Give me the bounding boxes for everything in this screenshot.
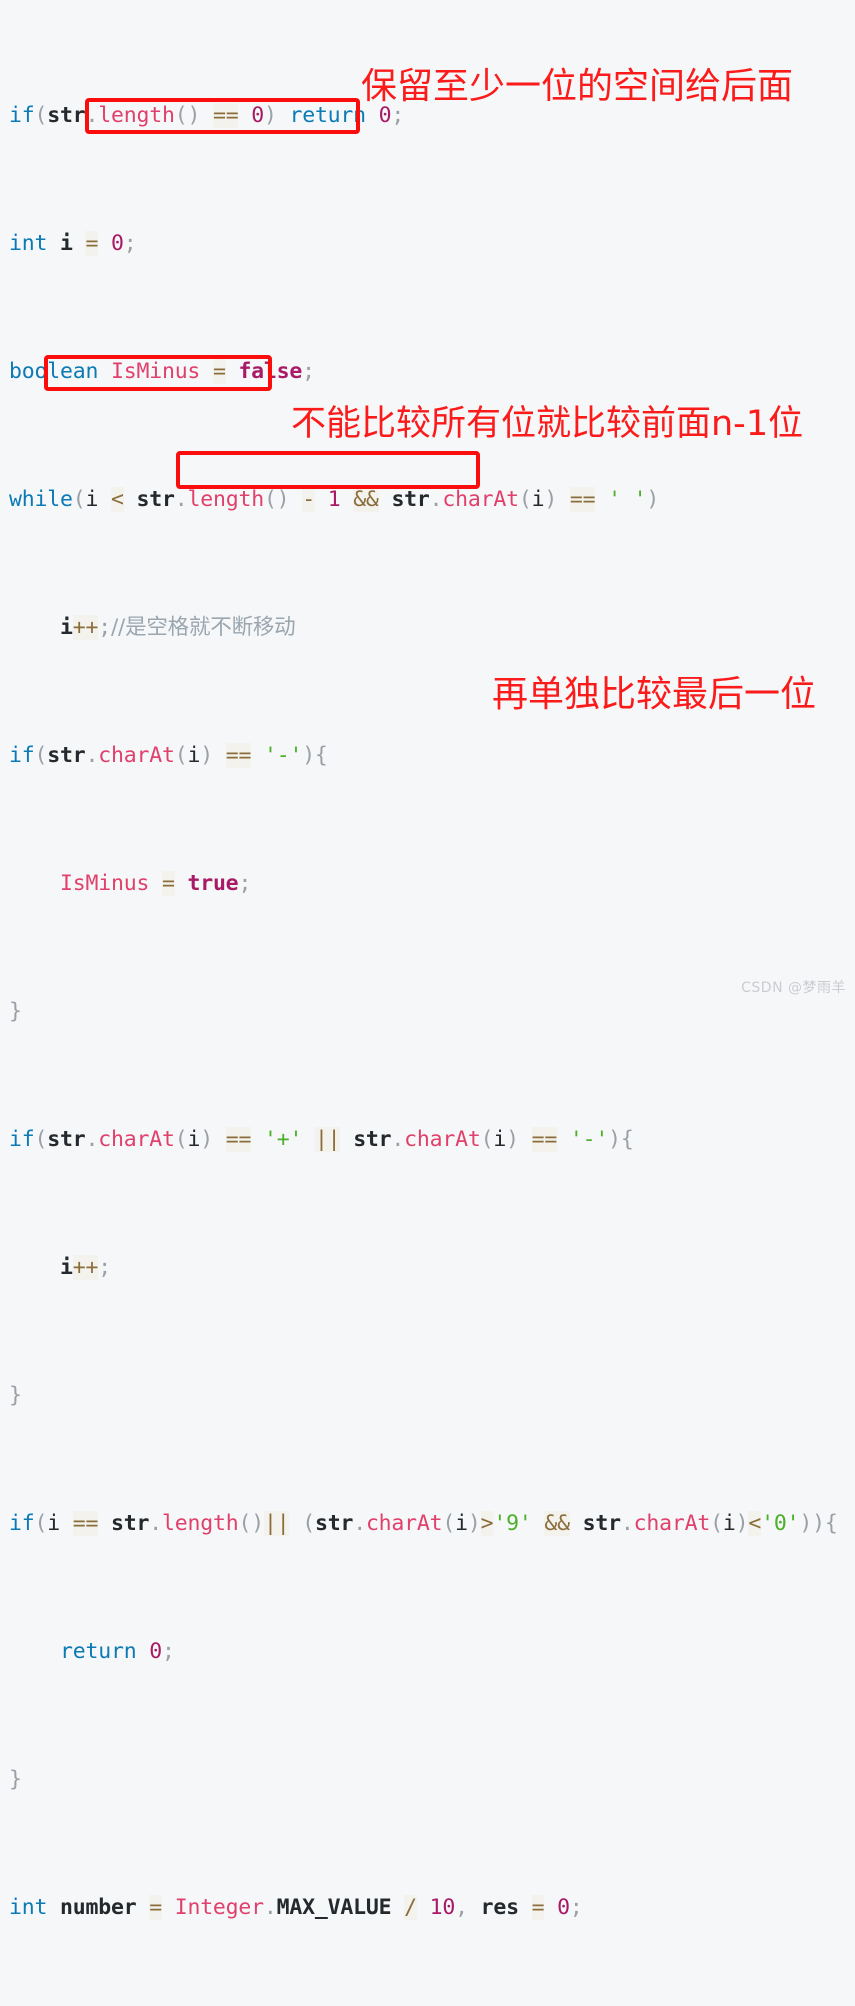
annotation-note-3: 再单独比较最后一位 xyxy=(492,674,817,715)
code-line: return 0; xyxy=(59,1639,175,1664)
code-line: } xyxy=(9,1767,22,1792)
code-line: } xyxy=(9,999,22,1024)
code-line: int i = 0; xyxy=(9,231,137,256)
code-line: while(i < str.length() - 1 && str.charAt… xyxy=(9,487,660,512)
code-line: } xyxy=(9,1383,22,1408)
code-line: if(str.charAt(i) == '+' || str.charAt(i)… xyxy=(9,1127,634,1152)
code-line: if(str.charAt(i) == '-'){ xyxy=(9,743,328,768)
code-line: i++; xyxy=(59,1255,111,1280)
code-line: boolean IsMinus = false; xyxy=(9,359,315,384)
code-line: int number = Integer.MAX_VALUE / 10, res… xyxy=(9,1895,583,1920)
watermark: CSDN @梦雨羊 xyxy=(741,980,846,996)
code-line: i++;//是空格就不断移动 xyxy=(59,615,296,640)
code-block: if(str.length() == 0) return 0; int i = … xyxy=(0,0,855,2006)
annotation-note-2: 不能比较所有位就比较前面n-1位 xyxy=(291,404,804,444)
code-line: IsMinus = true; xyxy=(59,871,252,896)
annotation-note-1: 保留至少一位的空间给后面 xyxy=(361,66,794,107)
code-line: if(i == str.length()|| (str.charAt(i)>'9… xyxy=(9,1511,838,1536)
